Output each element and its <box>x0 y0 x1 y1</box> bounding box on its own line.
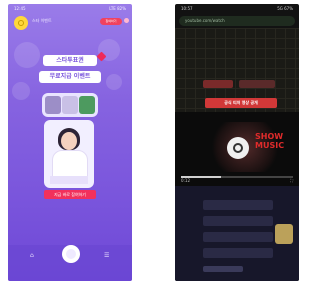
status-icons: 5G 67% <box>277 6 293 11</box>
decor-bubble <box>106 74 122 90</box>
list-item[interactable] <box>203 200 273 210</box>
decor-bubble <box>12 82 30 100</box>
right-phone-screen: 10:57 5G 67% youtube.com/watch 공식 티저 영상 … <box>175 4 299 281</box>
portrait-caption-strip <box>50 176 88 184</box>
menu-nav-icon[interactable]: ☰ <box>104 252 109 259</box>
decor-block <box>239 80 275 88</box>
participate-button[interactable]: 참여하기 <box>100 18 122 25</box>
banner-line-1: 스타투표권 <box>43 55 97 66</box>
promo-thumb <box>79 96 95 114</box>
status-bar: 12:45 LTE 82% <box>8 4 132 14</box>
fullscreen-icon[interactable]: ⛶ <box>290 178 293 184</box>
status-time: 12:45 <box>14 6 26 11</box>
notification-icon[interactable] <box>124 18 129 23</box>
banner-line-2: 무료지급 이벤트 <box>39 71 101 83</box>
decor-bubble <box>14 42 40 68</box>
video-controls: 0:12 ⛶ <box>181 178 293 184</box>
left-phone-screen: 12:45 LTE 82% 스타 이벤트 참여하기 스타투표권 무료지급 이벤트… <box>8 4 132 281</box>
cta-button[interactable]: 지금 바로 참여하기 <box>44 190 96 199</box>
list-item[interactable] <box>203 216 273 226</box>
video-headline: 공식 티저 영상 공개 <box>205 98 277 108</box>
list-item[interactable] <box>203 232 273 242</box>
portrait-face <box>61 132 77 150</box>
url-text: youtube.com/watch <box>185 18 225 23</box>
center-action-button[interactable] <box>62 245 80 263</box>
promo-thumb <box>45 96 61 114</box>
video-player[interactable]: SHOW MUSIC 0:12 ⛶ <box>175 112 299 186</box>
app-logo-icon[interactable] <box>14 16 28 30</box>
decor-block <box>203 80 233 88</box>
header-text: 스타 이벤트 <box>32 18 52 23</box>
portrait-body <box>52 150 88 178</box>
star-portrait-image <box>44 120 94 188</box>
play-icon[interactable] <box>227 137 249 159</box>
list-thumbnail[interactable] <box>275 224 293 244</box>
show-logo: SHOW MUSIC <box>255 132 285 150</box>
time-elapsed: 0:12 <box>181 178 190 183</box>
status-time: 10:57 <box>181 6 193 11</box>
status-bar: 10:57 5G 67% <box>175 4 299 14</box>
home-nav-icon[interactable]: ⌂ <box>30 252 34 259</box>
list-item[interactable] <box>203 266 243 272</box>
promo-card[interactable] <box>42 93 98 117</box>
list-item[interactable] <box>203 248 273 258</box>
status-icons: LTE 82% <box>109 6 126 11</box>
address-bar[interactable]: youtube.com/watch <box>179 16 295 26</box>
related-list <box>175 186 299 281</box>
promo-thumb <box>62 96 78 114</box>
event-banner: 스타투표권 무료지급 이벤트 <box>39 51 107 87</box>
